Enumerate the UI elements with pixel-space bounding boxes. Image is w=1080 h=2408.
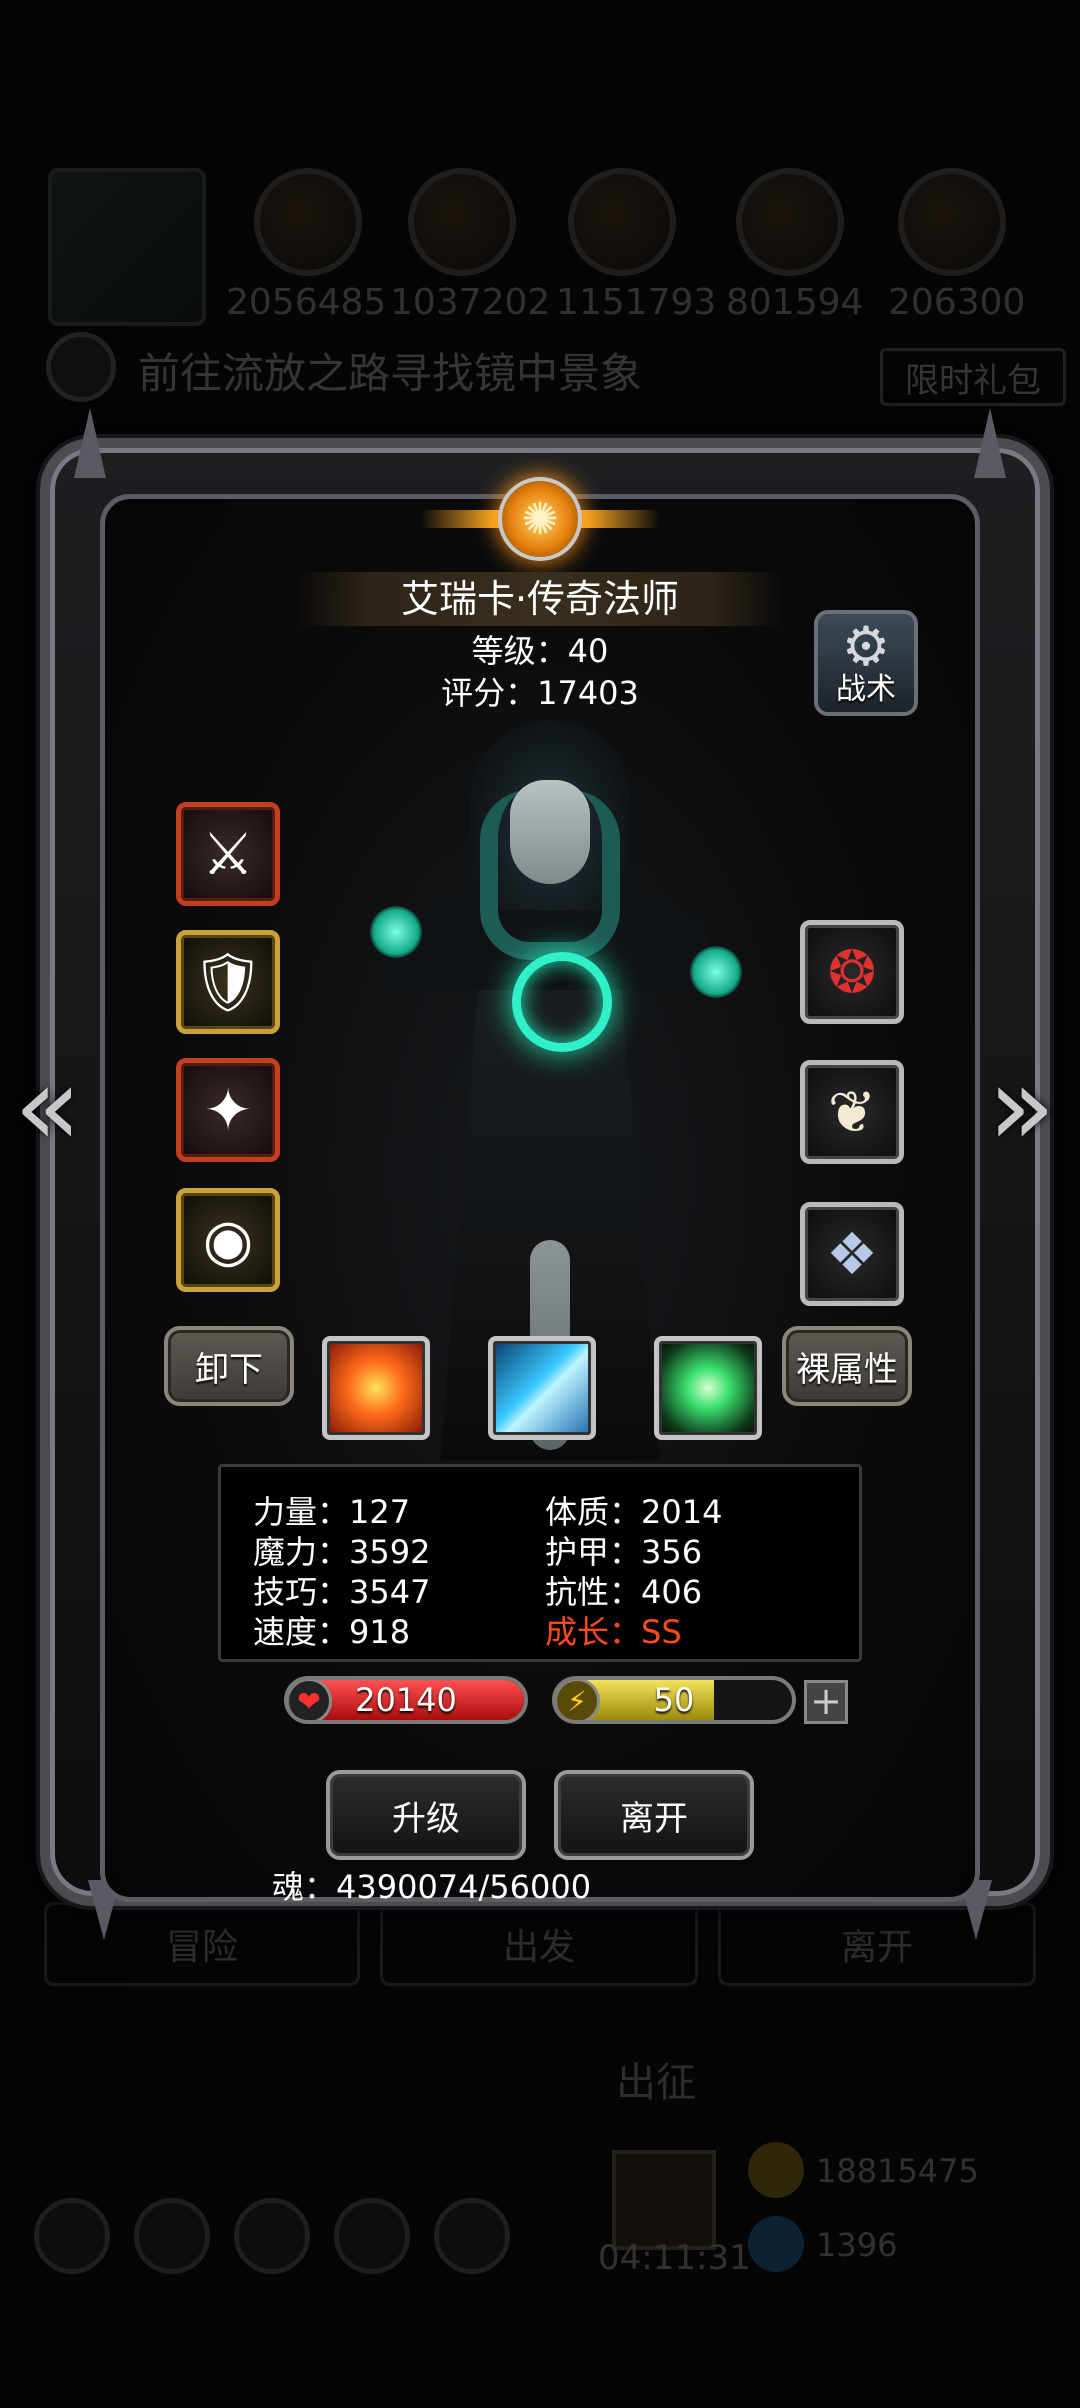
nature-skill-icon[interactable] <box>654 1336 762 1440</box>
fire-skill-icon[interactable] <box>322 1336 430 1440</box>
feather-icon: ❦ <box>827 1078 877 1146</box>
menu-icon <box>134 2198 210 2274</box>
stat-growth: 成长：SS <box>545 1613 682 1651</box>
frame-spike <box>974 408 1006 478</box>
limited-gift-button: 限时礼包 <box>880 348 1066 406</box>
stat-speed: 速度：918 <box>253 1613 411 1651</box>
right-hand-glow <box>690 946 742 998</box>
equip-slot-amulet[interactable]: ✦ <box>176 1058 280 1162</box>
resource-orb-icon <box>736 168 844 276</box>
upgrade-button[interactable]: 升级 <box>326 1770 526 1860</box>
hp-bar: ❤ 20140 <box>284 1676 528 1724</box>
face <box>510 780 590 884</box>
menu-icon <box>334 2198 410 2274</box>
equip-slot-weapon[interactable]: ⚔ <box>176 802 280 906</box>
red-orb-icon: ❂ <box>827 938 877 1006</box>
gem-amount: 1396 <box>816 2226 898 2264</box>
base-attributes-button[interactable]: 裸属性 <box>782 1326 912 1406</box>
quest-text: 前往流放之路寻找镜中景象 <box>138 349 643 398</box>
resource-value: 1037202 <box>390 282 551 323</box>
crystal-badge-icon: ❖ <box>826 1220 878 1288</box>
add-energy-button[interactable]: + <box>804 1680 848 1724</box>
gold-amount: 18815475 <box>816 2152 979 2190</box>
energy-bar: ⚡ 50 <box>552 1676 796 1724</box>
leave-button[interactable]: 离开 <box>554 1770 754 1860</box>
resource-value: 801594 <box>726 282 864 323</box>
resource-value: 206300 <box>888 282 1026 323</box>
sortie-label: 出征 <box>616 2060 696 2106</box>
gear-icon: ⚙ <box>841 615 891 678</box>
soul-progress: 魂：4390074/56000 <box>272 1868 592 1906</box>
player-avatar <box>48 168 206 326</box>
quest-icon <box>46 332 116 402</box>
equip-slot-charm[interactable]: ◉ <box>176 1188 280 1292</box>
equip-slot-feather[interactable]: ❦ <box>800 1060 904 1164</box>
previous-hero-arrow-icon[interactable]: « <box>14 1051 81 1161</box>
next-hero-arrow-icon[interactable]: » <box>988 1051 1055 1161</box>
menu-icon <box>434 2198 510 2274</box>
equip-slot-orb[interactable]: ❂ <box>800 920 904 1024</box>
resource-orb-icon <box>254 168 362 276</box>
left-hand-glow <box>370 906 422 958</box>
stats-panel: 力量：127 魔力：3592 技巧：3547 速度：918 体质：2014 护甲… <box>218 1464 862 1662</box>
resource-orb-icon <box>408 168 516 276</box>
hero-level: 等级：40 <box>471 632 609 670</box>
resource-value: 2056485 <box>226 282 387 323</box>
treasure-chest-icon <box>612 2150 716 2250</box>
resource-value: 1151793 <box>556 282 717 323</box>
sun-emblem: ✺ <box>420 474 660 564</box>
heart-icon: ❤ <box>288 1680 332 1720</box>
menu-icon <box>34 2198 110 2274</box>
hero-score: 评分：17403 <box>441 674 639 712</box>
tactics-button[interactable]: ⚙ 战术 <box>814 610 918 716</box>
frame-spike <box>74 408 106 478</box>
equip-slot-armor[interactable]: 🛡 <box>176 930 280 1034</box>
gem-icon <box>748 2216 804 2272</box>
unequip-button[interactable]: 卸下 <box>164 1326 294 1406</box>
resource-orb-icon <box>898 168 1006 276</box>
equip-slot-badge[interactable]: ❖ <box>800 1202 904 1306</box>
tactics-label: 战术 <box>836 672 896 707</box>
magic-ring <box>512 952 612 1052</box>
scythe-icon: ⚔ <box>202 820 254 888</box>
armor-icon: 🛡 <box>191 947 265 1016</box>
amulet-icon: ✦ <box>203 1076 253 1144</box>
hero-name: 艾瑞卡·传奇法师 <box>296 572 784 626</box>
chest-timer: 04:11:31 <box>598 2238 751 2278</box>
ice-skill-icon[interactable] <box>488 1336 596 1440</box>
lightning-icon: ⚡ <box>556 1680 600 1720</box>
sun-icon: ✺ <box>498 477 582 561</box>
eye-charm-icon: ◉ <box>202 1206 254 1274</box>
tab-depart: 出发 <box>380 1902 698 1986</box>
resource-orb-icon <box>568 168 676 276</box>
gold-coin-icon <box>748 2142 804 2198</box>
menu-icon <box>234 2198 310 2274</box>
